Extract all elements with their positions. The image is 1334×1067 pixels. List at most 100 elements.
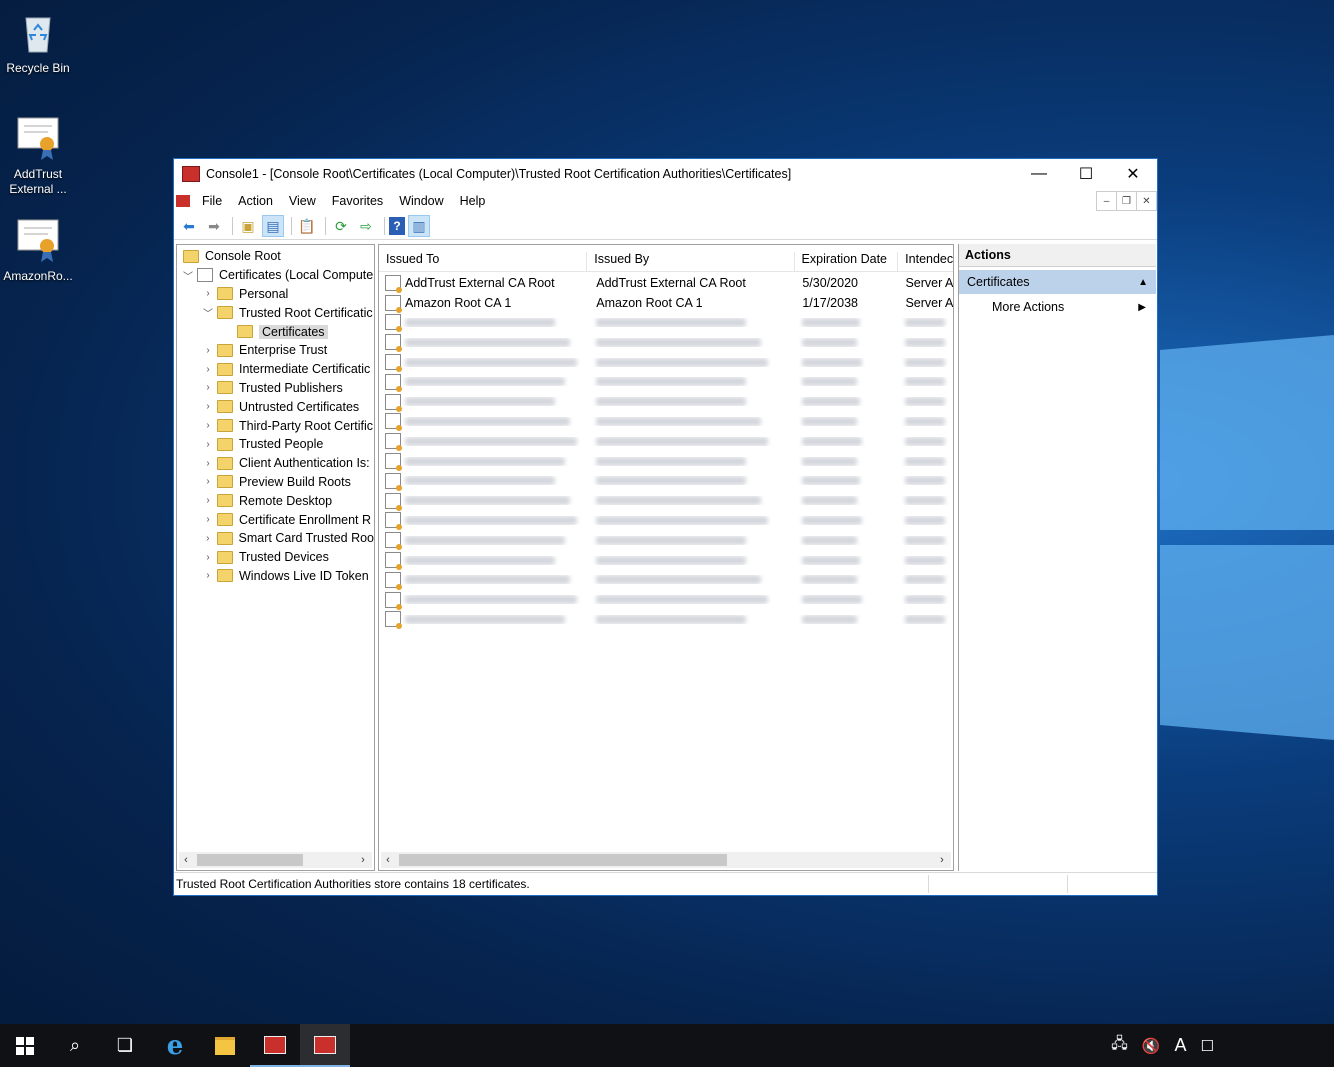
tree-item-windows-live-id[interactable]: › Windows Live ID Token [177,567,374,586]
menu-action[interactable]: Action [230,194,281,208]
table-row-obscured[interactable] [379,431,953,452]
column-header-intended[interactable]: Intendec [898,252,953,271]
menu-help[interactable]: Help [452,194,494,208]
back-arrow-icon[interactable]: ⬅ [178,215,200,237]
internet-explorer-icon[interactable]: e [150,1024,200,1067]
console-menu-icon[interactable] [176,195,190,207]
chevron-right-icon[interactable]: › [201,288,215,299]
tree-item-certificates-local-computer[interactable]: ﹀ Certificates (Local Compute [177,266,374,285]
chevron-right-icon[interactable]: › [201,401,215,412]
scroll-left-icon[interactable]: ‹ [381,854,395,866]
child-minimize-button[interactable]: – [1096,191,1117,211]
list-horizontal-scrollbar[interactable]: ‹ › [381,852,951,868]
search-icon[interactable]: ⌕ [50,1024,100,1067]
table-row-obscured[interactable] [379,352,953,373]
column-header-issued-by[interactable]: Issued By [587,252,795,271]
task-view-icon[interactable]: ❏ [100,1024,150,1067]
certificate-list-pane[interactable]: Issued To Issued By Expiration Date Inte… [378,244,954,871]
menu-view[interactable]: View [281,194,324,208]
table-row-obscured[interactable] [379,451,953,472]
refresh-icon[interactable]: ⟳ [330,215,352,237]
chevron-right-icon[interactable]: › [201,552,215,563]
chevron-right-icon[interactable]: › [201,533,215,544]
mmc-taskbar-icon-active[interactable] [300,1024,350,1067]
network-icon[interactable]: 🖧 [1111,1033,1128,1058]
tree-item-enterprise-trust[interactable]: › Enterprise Trust [177,341,374,360]
input-method-icon[interactable]: A [1175,1035,1187,1056]
tree-item-intermediate[interactable]: › Intermediate Certificatic [177,360,374,379]
tree-item-preview-build-roots[interactable]: › Preview Build Roots [177,473,374,492]
forward-arrow-icon[interactable]: ➡ [203,215,225,237]
tree-item-trusted-people[interactable]: › Trusted People [177,435,374,454]
table-row-obscured[interactable] [379,590,953,610]
table-row[interactable]: AddTrust External CA Root AddTrust Exter… [379,273,953,293]
export-list-icon[interactable]: ⇨ [355,215,377,237]
maximize-button[interactable]: ☐ [1063,159,1109,189]
tree-item-certificates-selected[interactable]: Certificates [177,322,374,341]
tree-item-console-root[interactable]: Console Root [177,247,374,266]
more-actions-item[interactable]: More Actions ▶ [959,294,1156,320]
chevron-right-icon[interactable]: › [201,514,215,525]
chevron-right-icon[interactable]: › [201,345,215,356]
mmc-taskbar-icon[interactable] [250,1024,300,1067]
menu-favorites[interactable]: Favorites [324,194,391,208]
tree-item-trusted-root[interactable]: ﹀ Trusted Root Certificatic [177,303,374,322]
table-row-obscured[interactable] [379,491,953,511]
column-header-expiration-date[interactable]: Expiration Date [795,252,899,271]
collapse-triangle-icon[interactable]: ▲ [1138,277,1148,288]
column-header-issued-to[interactable]: Issued To [379,252,588,271]
tree-item-client-auth[interactable]: › Client Authentication Is: [177,454,374,473]
tree-item-cert-enrollment[interactable]: › Certificate Enrollment R [177,510,374,529]
tree-item-remote-desktop[interactable]: › Remote Desktop [177,491,374,510]
table-row-obscured[interactable] [379,570,953,590]
table-row-obscured[interactable] [379,610,953,630]
chevron-right-icon[interactable]: › [201,495,215,506]
notification-icon[interactable]: ☐ [1201,1037,1214,1055]
table-row-obscured[interactable] [379,530,953,551]
amazon-root-certificate-desktop-icon[interactable]: AmazonRo... [0,216,76,283]
chevron-right-icon[interactable]: › [201,382,215,393]
chevron-down-icon[interactable]: ﹀ [181,268,195,283]
console-tree-pane[interactable]: Console Root ﹀ Certificates (Local Compu… [176,244,375,871]
menu-file[interactable]: File [194,194,230,208]
tree-item-trusted-publishers[interactable]: › Trusted Publishers [177,379,374,398]
scroll-right-icon[interactable]: › [356,854,370,866]
tree-item-trusted-devices[interactable]: › Trusted Devices [177,548,374,567]
child-restore-button[interactable]: ❐ [1116,191,1137,211]
table-row-obscured[interactable] [379,550,953,571]
scrollbar-thumb[interactable] [197,854,303,866]
chevron-right-icon[interactable]: › [201,439,215,450]
table-row-obscured[interactable] [379,313,953,333]
table-row-obscured[interactable] [379,511,953,531]
table-row-obscured[interactable] [379,332,953,353]
table-row[interactable]: Amazon Root CA 1 Amazon Root CA 1 1/17/2… [379,293,953,313]
scroll-left-icon[interactable]: ‹ [179,854,193,866]
table-row-obscured[interactable] [379,392,953,412]
scroll-right-icon[interactable]: › [935,854,949,866]
up-one-level-icon[interactable]: ▣ [237,215,259,237]
table-row-obscured[interactable] [379,471,953,491]
show-hide-action-pane-icon[interactable]: ▥ [408,215,430,237]
chevron-right-icon[interactable]: › [201,364,215,375]
tree-item-smart-card[interactable]: › Smart Card Trusted Roo [177,529,374,548]
help-icon[interactable]: ? [389,217,405,235]
menu-window[interactable]: Window [391,194,451,208]
scrollbar-thumb[interactable] [399,854,727,866]
tree-horizontal-scrollbar[interactable]: ‹ › [179,852,372,868]
volume-muted-icon[interactable]: 🔇 [1142,1037,1161,1055]
table-row-obscured[interactable] [379,412,953,432]
close-button[interactable]: ✕ [1110,159,1156,189]
chevron-right-icon[interactable]: › [201,570,215,581]
tree-item-untrusted[interactable]: › Untrusted Certificates [177,397,374,416]
chevron-right-icon[interactable]: › [201,458,215,469]
title-bar[interactable]: Console1 - [Console Root\Certificates (L… [174,159,1157,189]
properties-icon[interactable]: 📋 [296,215,318,237]
table-row-obscured[interactable] [379,372,953,392]
show-hide-console-tree-icon[interactable]: ▤ [262,215,284,237]
child-close-button[interactable]: ✕ [1136,191,1157,211]
tree-item-third-party-root[interactable]: › Third-Party Root Certific [177,416,374,435]
chevron-right-icon[interactable]: › [201,476,215,487]
chevron-down-icon[interactable]: ﹀ [201,305,215,320]
tree-item-personal[interactable]: › Personal [177,285,374,304]
chevron-right-icon[interactable]: › [201,420,215,431]
